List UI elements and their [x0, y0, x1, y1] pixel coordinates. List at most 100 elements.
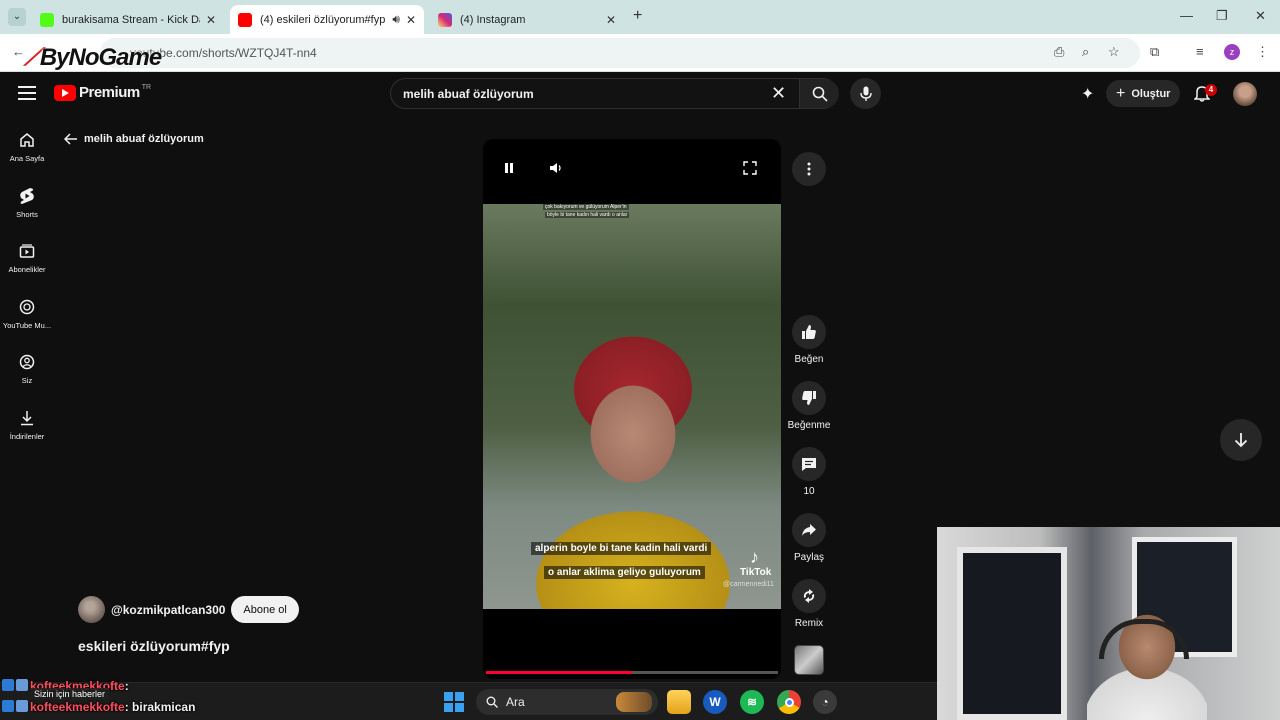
- comment-icon: [802, 458, 816, 471]
- home-icon: [20, 133, 34, 147]
- dislike-button[interactable]: Beğenme: [788, 381, 830, 431]
- profile-avatar[interactable]: z: [1224, 44, 1240, 60]
- voice-search-button[interactable]: [850, 78, 881, 109]
- file-explorer-icon[interactable]: [667, 690, 691, 714]
- channel-info: @kozmikpatlcan300 Abone ol: [78, 596, 299, 623]
- plus-icon: +: [1116, 84, 1126, 102]
- video-caption: alperin boyle bi tane kadin hali vardi: [531, 542, 712, 555]
- sound-thumbnail[interactable]: [794, 645, 824, 675]
- kick-favicon-icon: [40, 12, 54, 27]
- webcam-window-left: [957, 547, 1067, 720]
- sidebar-item-home[interactable]: Ana Sayfa: [0, 130, 54, 163]
- address-bar[interactable]: youtube.com/shorts/WZTQJ4T-nn4: [100, 38, 1140, 68]
- close-tab-icon[interactable]: ✕: [206, 13, 216, 27]
- browser-toolbar: ← youtube.com/shorts/WZTQJ4T-nn4 ⎙ ⌕ ☆ ⧉…: [0, 34, 1280, 72]
- sidebar-item-downloads[interactable]: İndirilenler: [0, 408, 54, 441]
- sidebar-item-youtube-music[interactable]: YouTube Mu...: [0, 297, 54, 330]
- close-tab-icon[interactable]: ✕: [606, 13, 616, 27]
- zoom-icon[interactable]: ⌕: [1082, 44, 1089, 60]
- ai-sparkle-icon[interactable]: ✦: [1081, 84, 1094, 104]
- youtube-premium-logo[interactable]: Premium TR: [54, 84, 151, 101]
- app-icon[interactable]: ◔: [813, 690, 837, 714]
- subscriptions-icon: [19, 244, 35, 258]
- comments-button[interactable]: 10: [790, 447, 828, 497]
- youtube-header: Premium TR melih abuaf özlüyorum ✕ ✦ + Ol…: [0, 72, 1280, 116]
- back-arrow-icon: [64, 133, 77, 145]
- video-top-caption: böyle bi tane kadın hali vardı o anlar: [545, 212, 630, 218]
- tab-youtube[interactable]: (4) eskileri özlüyorum#fyp 🔊︎ ✕: [230, 5, 424, 34]
- thumbs-up-icon: [802, 325, 816, 339]
- youtube-music-icon: [19, 299, 35, 315]
- pause-icon[interactable]: [503, 161, 515, 179]
- browser-tab-strip: ⌄ burakisama Stream - Kick Dash ✕ (4) es…: [0, 0, 1280, 34]
- video-caption: o anlar aklima geliyo guluyorum: [544, 566, 705, 579]
- word-icon[interactable]: W: [703, 690, 727, 714]
- sidebar-item-subscriptions[interactable]: Abonelikler: [0, 241, 54, 274]
- like-button[interactable]: Beğen: [790, 315, 828, 365]
- video-top-caption: çok bakıyorum ve gülüyorum Alper'in: [543, 204, 629, 210]
- thumbs-down-icon: [802, 391, 816, 405]
- shorts-player[interactable]: çok bakıyorum ve gülüyorum Alper'in böyl…: [483, 139, 781, 679]
- create-button[interactable]: + Oluştur: [1106, 80, 1181, 107]
- speaker-icon[interactable]: 🔊︎: [392, 12, 400, 27]
- channel-avatar[interactable]: [78, 596, 105, 623]
- back-to-search-link[interactable]: melih abuaf özlüyorum: [64, 133, 204, 145]
- video-progress-bar[interactable]: [486, 671, 778, 674]
- extensions-icon[interactable]: ⧉: [1150, 44, 1159, 60]
- minimize-icon[interactable]: —: [1180, 8, 1193, 23]
- instagram-favicon-icon: [438, 12, 452, 27]
- back-query-text: melih abuaf özlüyorum: [84, 133, 204, 145]
- volume-icon[interactable]: [549, 161, 563, 179]
- search-icon: [486, 696, 498, 708]
- tab-instagram[interactable]: (4) Instagram ✕: [430, 5, 624, 34]
- notification-count-badge: 4: [1205, 84, 1217, 96]
- channel-name[interactable]: @kozmikpatlcan300: [111, 603, 225, 617]
- browser-menu-icon[interactable]: ⋮: [1256, 44, 1269, 60]
- tab-list-button[interactable]: ⌄: [8, 8, 26, 26]
- tab-kick[interactable]: burakisama Stream - Kick Dash ✕: [32, 5, 224, 34]
- search-input[interactable]: melih abuaf özlüyorum: [403, 87, 534, 101]
- bynogame-logo: ⟋ByNoGame: [24, 44, 162, 71]
- more-options-button[interactable]: [792, 152, 826, 186]
- spotify-icon[interactable]: ≋: [740, 690, 764, 714]
- subscribe-button[interactable]: Abone ol: [231, 596, 299, 623]
- tab-title: (4) Instagram: [460, 13, 526, 26]
- badge-icon: [16, 679, 28, 691]
- new-tab-button[interactable]: +: [633, 7, 642, 25]
- video-title: eskileri özlüyorum#fyp: [78, 638, 230, 654]
- tab-title: burakisama Stream - Kick Dash: [62, 13, 200, 26]
- sidebar-item-you[interactable]: Siz: [0, 352, 54, 385]
- bookmark-star-icon[interactable]: ☆: [1108, 44, 1120, 60]
- user-avatar[interactable]: [1233, 82, 1257, 106]
- restore-icon[interactable]: ❐: [1216, 8, 1228, 24]
- video-progress-fill: [486, 671, 632, 674]
- badge-icon: [2, 700, 14, 712]
- windows-start-icon[interactable]: [444, 692, 464, 712]
- chrome-icon[interactable]: [777, 690, 801, 714]
- clear-search-icon[interactable]: ✕: [771, 83, 786, 104]
- taskbar-search[interactable]: Ara: [476, 689, 658, 715]
- video-frame[interactable]: çok bakıyorum ve gülüyorum Alper'in böyl…: [483, 204, 781, 609]
- shorts-icon: [20, 188, 34, 204]
- media-control-icon[interactable]: ≡: [1196, 44, 1204, 59]
- youtube-favicon-icon: [238, 12, 252, 27]
- sidebar-item-shorts[interactable]: Shorts: [0, 186, 54, 219]
- arrow-down-icon: [1234, 433, 1248, 448]
- next-short-button[interactable]: [1220, 419, 1262, 461]
- youtube-play-icon: [54, 84, 76, 101]
- more-vertical-icon: [807, 162, 811, 176]
- news-toast[interactable]: Sizin için haberler: [30, 688, 110, 700]
- close-window-icon[interactable]: ✕: [1255, 8, 1266, 24]
- share-icon: [802, 524, 816, 536]
- remix-button[interactable]: Remix: [790, 579, 828, 629]
- hamburger-menu-icon[interactable]: [18, 86, 36, 100]
- fullscreen-icon[interactable]: [743, 161, 757, 180]
- share-button[interactable]: Paylaş: [790, 513, 828, 563]
- search-bar[interactable]: melih abuaf özlüyorum ✕: [390, 78, 839, 109]
- tiktok-watermark: TikTok: [740, 567, 772, 578]
- close-tab-icon[interactable]: ✕: [406, 13, 416, 27]
- search-button[interactable]: [799, 79, 839, 108]
- account-icon: [19, 354, 35, 370]
- install-icon[interactable]: ⎙: [1054, 44, 1064, 60]
- tiktok-logo-icon: ♪: [750, 547, 759, 567]
